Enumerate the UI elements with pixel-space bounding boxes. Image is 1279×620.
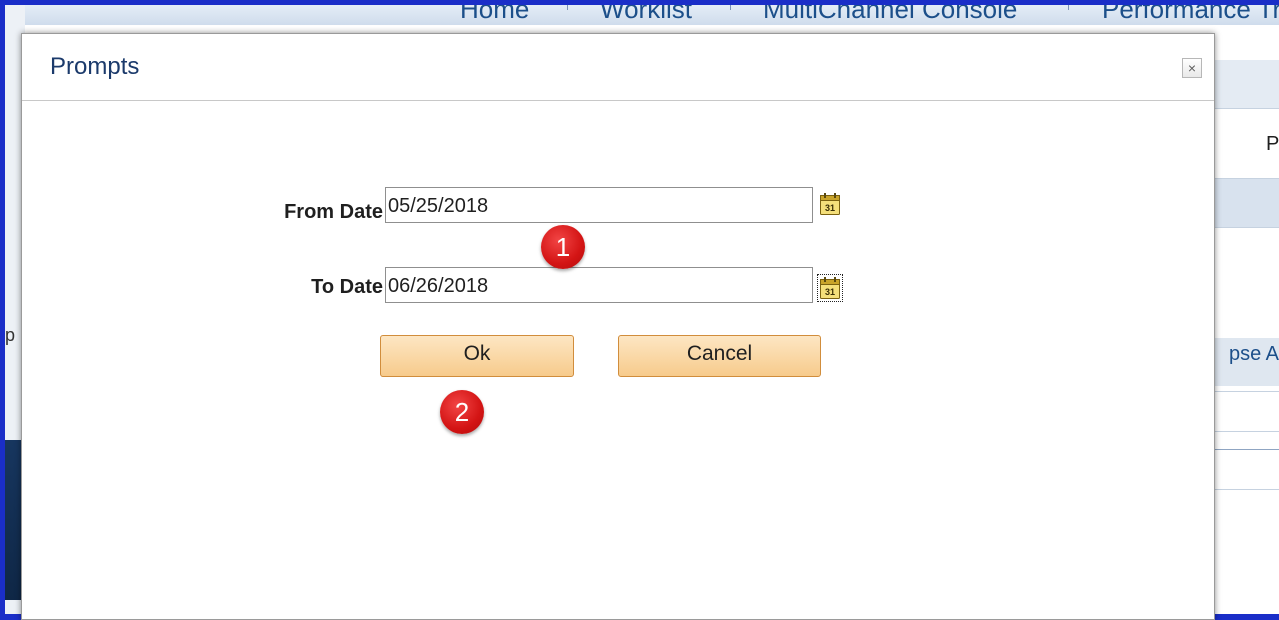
nav-separator [730,5,731,10]
prompts-dialog: Prompts × From Date 31 To Date 31 Ok Can… [21,33,1215,620]
close-icon: × [1187,60,1197,76]
nav-performance-link[interactable]: Performance Tr [1102,5,1279,25]
nav-multichannel-link[interactable]: MultiChannel Console [763,5,1017,25]
calendar-icon-label: 31 [825,287,835,297]
step-2-badge: 2 [440,390,484,434]
ok-button[interactable]: Ok [380,335,574,377]
dialog-title: Prompts [50,53,140,80]
cancel-button[interactable]: Cancel [618,335,821,377]
step-1-badge: 1 [541,225,585,269]
close-button[interactable]: × [1182,58,1202,78]
from-date-input[interactable] [385,187,813,223]
from-date-label: From Date [284,201,383,223]
background-page-letter: P [1266,133,1279,155]
nav-separator [1068,5,1069,10]
calendar-icon-label: 31 [825,203,835,213]
dialog-header: Prompts × [22,34,1214,101]
nav-home-link[interactable]: Home [460,5,529,25]
nav-worklist-link[interactable]: Worklist [600,5,692,25]
background-left-text: p [5,325,16,345]
to-date-input[interactable] [385,267,813,303]
nav-separator [567,5,568,10]
from-date-calendar-icon[interactable]: 31 [819,192,841,216]
to-date-calendar-icon[interactable]: 31 [817,274,843,302]
to-date-label: To Date [311,276,383,298]
background-collapse-link[interactable]: pse A [1229,343,1279,366]
background-nav-items: Home Worklist MultiChannel Console Perfo… [5,5,1279,25]
